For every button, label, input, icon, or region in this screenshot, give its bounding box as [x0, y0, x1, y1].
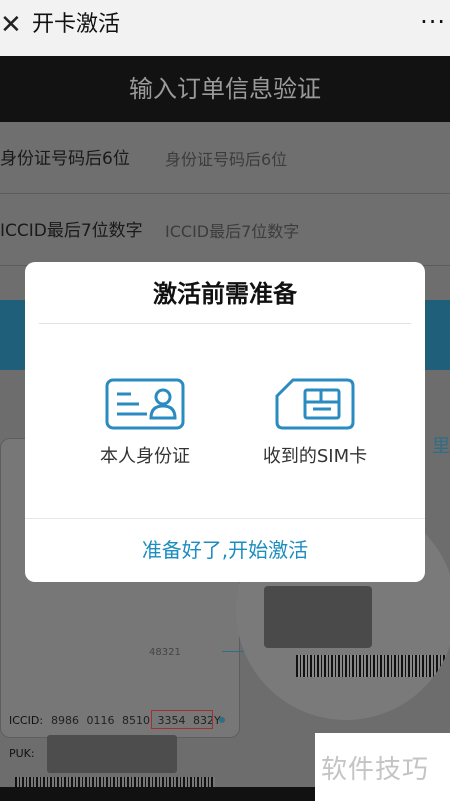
iccid-input[interactable]: ICCID最后7位数字 — [165, 218, 299, 242]
sim-card-icon — [275, 378, 355, 430]
pointer-dot — [219, 717, 225, 723]
close-icon[interactable]: ✕ — [0, 10, 22, 40]
section-title: 输入订单信息验证 — [129, 75, 321, 103]
verification-form: 身份证号码后6位 身份证号码后6位 ICCID最后7位数字 ICCID最后7位数… — [0, 122, 450, 267]
id-number-row: 身份证号码后6位 身份证号码后6位 — [0, 122, 450, 194]
iccid-row: ICCID最后7位数字 ICCID最后7位数字 — [0, 194, 450, 266]
id-card-label: 本人身份证 — [100, 446, 190, 467]
puk-scratch-area — [47, 735, 177, 773]
watermark-text: 软件技巧 — [321, 755, 430, 785]
sim-chip — [264, 586, 372, 648]
more-options-icon[interactable]: ··· — [420, 8, 446, 36]
id-number-input[interactable]: 身份证号码后6位 — [165, 146, 287, 170]
barcode-zoom — [296, 655, 446, 677]
iccid-highlight-box — [151, 710, 213, 729]
top-navigation-bar: ✕ 开卡激活 ··· — [0, 0, 450, 56]
page-title: 开卡激活 — [32, 12, 121, 37]
id-card-item: 本人身份证 — [65, 378, 225, 478]
id-number-label: 身份证号码后6位 — [0, 149, 130, 169]
bottom-bar — [0, 787, 315, 801]
puk-label: PUK: — [9, 747, 35, 760]
watermark: 软件技巧 — [315, 733, 450, 801]
iccid-label: ICCID最后7位数字 — [0, 221, 143, 241]
section-header: 输入订单信息验证 — [0, 56, 450, 122]
card-number: 48321 — [149, 647, 181, 658]
preparation-dialog: 激活前需准备 本人身份证 收到的SIM卡 准备好了,开始激活 — [25, 262, 425, 582]
start-activation-button[interactable]: 准备好了,开始激活 — [25, 519, 425, 582]
id-card-icon — [105, 378, 185, 430]
dialog-divider — [39, 323, 411, 324]
dialog-title: 激活前需准备 — [153, 280, 297, 308]
sim-card-item: 收到的SIM卡 — [235, 378, 395, 478]
sim-card-label: 收到的SIM卡 — [262, 446, 368, 467]
iccid-label-illustration: ICCID: — [9, 714, 44, 727]
side-link-text: 里 — [432, 436, 450, 457]
